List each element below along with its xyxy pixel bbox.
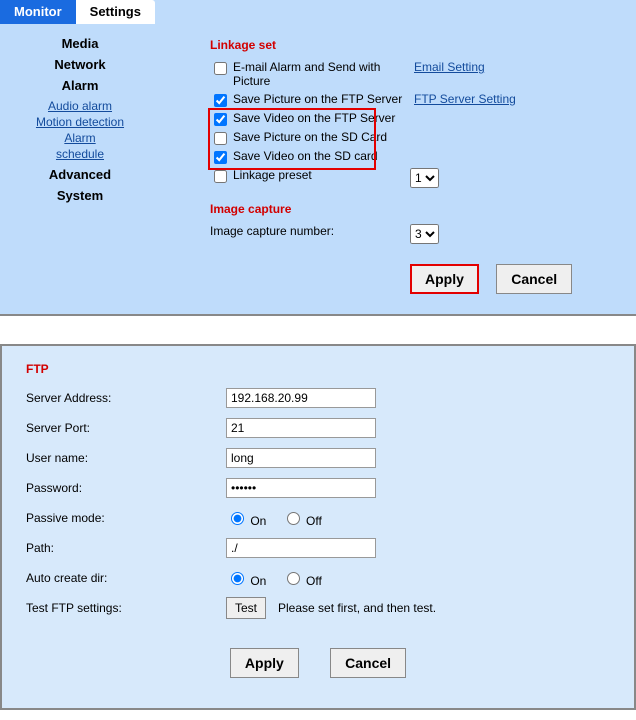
apply-button[interactable]: Apply — [410, 264, 479, 294]
passive-mode-label: Passive mode: — [26, 511, 226, 525]
sidebar-item-media[interactable]: Media — [0, 36, 160, 51]
ftp-picture-option[interactable]: Save Picture on the FTP Server — [210, 92, 410, 107]
email-alarm-checkbox[interactable] — [214, 62, 227, 75]
server-port-input[interactable] — [226, 418, 376, 438]
linkage-set-title: Linkage set — [210, 38, 572, 52]
password-label: Password: — [26, 481, 226, 495]
auto-on-option[interactable]: On — [226, 574, 266, 588]
ftp-video-checkbox[interactable] — [214, 113, 227, 126]
linkage-preset-checkbox[interactable] — [214, 170, 227, 183]
ftp-video-option[interactable]: Save Video on the FTP Server — [210, 111, 410, 126]
linkage-preset-option[interactable]: Linkage preset — [210, 168, 410, 183]
on-label-2: On — [250, 574, 266, 588]
server-address-input[interactable] — [226, 388, 376, 408]
test-ftp-label: Test FTP settings: — [26, 601, 226, 615]
sidebar-link-alarm[interactable]: Alarm — [0, 131, 160, 145]
linkage-preset-label: Linkage preset — [233, 168, 312, 182]
sd-picture-checkbox[interactable] — [214, 132, 227, 145]
ftp-panel: FTP Server Address: Server Port: User na… — [0, 344, 636, 710]
passive-mode-group: On Off — [226, 509, 334, 528]
path-input[interactable] — [226, 538, 376, 558]
auto-create-dir-label: Auto create dir: — [26, 571, 226, 585]
linkage-content: Linkage set E-mail Alarm and Send with P… — [160, 30, 582, 294]
sd-video-option[interactable]: Save Video on the SD card — [210, 149, 410, 164]
email-alarm-option[interactable]: E-mail Alarm and Send with Picture — [210, 60, 410, 88]
server-port-label: Server Port: — [26, 421, 226, 435]
path-label: Path: — [26, 541, 226, 555]
ftp-button-row: Apply Cancel — [26, 648, 610, 678]
linkage-preset-select[interactable]: 1 — [410, 168, 439, 188]
email-alarm-label: E-mail Alarm and Send with Picture — [233, 60, 410, 88]
sidebar-item-network[interactable]: Network — [0, 57, 160, 72]
sidebar-item-advanced[interactable]: Advanced — [0, 167, 160, 182]
user-name-input[interactable] — [226, 448, 376, 468]
user-name-label: User name: — [26, 451, 226, 465]
sidebar-link-motion-detection[interactable]: Motion detection — [0, 115, 160, 129]
passive-on-option[interactable]: On — [226, 514, 266, 528]
ftp-video-label: Save Video on the FTP Server — [233, 111, 395, 125]
sd-picture-option[interactable]: Save Picture on the SD Card — [210, 130, 410, 145]
top-button-row: Apply Cancel — [410, 264, 572, 294]
image-capture-title: Image capture — [210, 202, 572, 216]
passive-off-radio[interactable] — [287, 512, 300, 525]
ftp-picture-checkbox[interactable] — [214, 94, 227, 107]
on-label: On — [250, 514, 266, 528]
server-address-label: Server Address: — [26, 391, 226, 405]
passive-on-radio[interactable] — [231, 512, 244, 525]
auto-on-radio[interactable] — [231, 572, 244, 585]
ftp-cancel-button[interactable]: Cancel — [330, 648, 406, 678]
alarm-settings-panel: Monitor Settings Media Network Alarm Aud… — [0, 0, 636, 316]
ftp-server-setting-link[interactable]: FTP Server Setting — [414, 92, 516, 106]
image-capture-select[interactable]: 3 — [410, 224, 439, 244]
sd-video-checkbox[interactable] — [214, 151, 227, 164]
sidebar-link-audio-alarm[interactable]: Audio alarm — [0, 99, 160, 113]
sidebar-item-alarm[interactable]: Alarm — [0, 78, 160, 93]
ftp-apply-button[interactable]: Apply — [230, 648, 299, 678]
cancel-button[interactable]: Cancel — [496, 264, 572, 294]
sd-video-label: Save Video on the SD card — [233, 149, 378, 163]
test-message: Please set first, and then test. — [278, 601, 436, 615]
auto-off-option[interactable]: Off — [282, 574, 322, 588]
ftp-title: FTP — [26, 362, 610, 376]
sd-picture-label: Save Picture on the SD Card — [233, 130, 387, 144]
image-capture-label: Image capture number: — [210, 224, 334, 238]
password-input[interactable] — [226, 478, 376, 498]
ftp-picture-label: Save Picture on the FTP Server — [233, 92, 402, 106]
tab-settings[interactable]: Settings — [76, 0, 155, 24]
auto-create-dir-group: On Off — [226, 569, 334, 588]
top-tabs: Monitor Settings — [0, 0, 636, 24]
sidebar-item-system[interactable]: System — [0, 188, 160, 203]
auto-off-radio[interactable] — [287, 572, 300, 585]
test-button[interactable]: Test — [226, 597, 266, 619]
tab-monitor[interactable]: Monitor — [0, 0, 76, 24]
sidebar: Media Network Alarm Audio alarm Motion d… — [0, 30, 160, 294]
sidebar-link-schedule[interactable]: schedule — [0, 147, 160, 161]
off-label-2: Off — [306, 574, 322, 588]
off-label: Off — [306, 514, 322, 528]
email-setting-link[interactable]: Email Setting — [414, 60, 485, 74]
passive-off-option[interactable]: Off — [282, 514, 322, 528]
